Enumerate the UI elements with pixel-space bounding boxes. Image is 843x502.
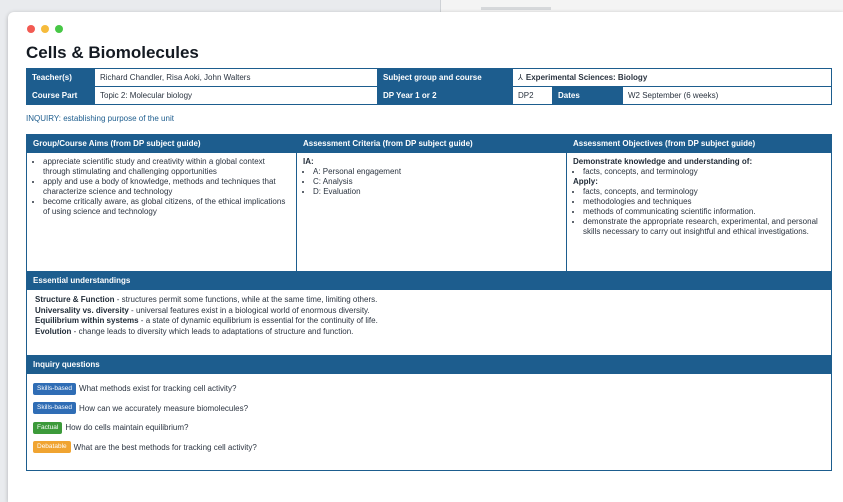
unit-plan-table: Group/Course Aims (from DP subject guide… [26, 134, 832, 471]
objective-item: demonstrate the appropriate research, ex… [583, 217, 825, 237]
document-window: Cells & Biomolecules Teacher(s) Richard … [8, 12, 843, 502]
inquiry-question: Debatable What are the best methods for t… [33, 441, 825, 461]
inquiry-question: Skills-based How can we accurately measur… [33, 402, 825, 422]
question-text: What methods exist for tracking cell act… [79, 384, 237, 393]
criterion-item: C: Analysis [313, 177, 560, 187]
objective-item: methodologies and techniques [583, 197, 825, 207]
essential-item: Universality vs. diversity - universal f… [35, 305, 370, 315]
question-text: How can we accurately measure biomolecul… [79, 403, 249, 413]
essential-header: Essential understandings [26, 271, 832, 290]
close-window-button[interactable] [27, 25, 35, 33]
criteria-header: Assessment Criteria (from DP subject gui… [296, 134, 567, 153]
dates-label: Dates [552, 86, 623, 105]
dates-value: W2 September (6 weeks) [622, 86, 832, 105]
inquiry-question: Factual How do cells maintain equilibrium… [33, 421, 825, 441]
criterion-item: D: Evaluation [313, 187, 560, 197]
course-part-label: Course Part [26, 86, 95, 105]
essential-item: Evolution - change leads to diversity wh… [35, 326, 354, 336]
course-part-value: Topic 2: Molecular biology [94, 86, 378, 105]
aim-item: become critically aware, as global citiz… [43, 197, 290, 217]
essential-cell: Structure & Function - structures permit… [26, 289, 832, 356]
objective-item: methods of communicating scientific info… [583, 207, 825, 217]
inquiry-questions-cell: Skills-based What methods exist for track… [26, 373, 832, 471]
dp-year-label: DP Year 1 or 2 [377, 86, 513, 105]
question-type-badge: Skills-based [33, 402, 77, 415]
aims-header: Group/Course Aims (from DP subject guide… [26, 134, 297, 153]
objectives-cell: Demonstrate knowledge and understanding … [566, 152, 832, 272]
question-type-badge: Debatable [33, 441, 71, 454]
essential-item: Structure & Function - structures permit… [35, 295, 378, 304]
essential-item: Equilibrium within systems - a state of … [35, 316, 378, 325]
aim-item: appreciate scientific study and creativi… [43, 157, 290, 177]
demonstrate-heading: Demonstrate knowledge and understanding … [573, 157, 753, 166]
teachers-value: Richard Chandler, Risa Aoki, John Walter… [94, 68, 378, 87]
inquiry-questions-header: Inquiry questions [26, 355, 832, 374]
criterion-item: A: Personal engagement [313, 167, 560, 177]
subject-value: ⅄ Experimental Sciences: Biology [512, 68, 832, 87]
unit-info-table: Teacher(s) Richard Chandler, Risa Aoki, … [26, 68, 832, 105]
subject-label: Subject group and course [377, 68, 513, 87]
question-text: How do cells maintain equilibrium? [65, 423, 189, 432]
minimize-window-button[interactable] [41, 25, 49, 33]
dp-year-value: DP2 [512, 86, 553, 105]
subject-icon: ⅄ [518, 73, 523, 82]
inquiry-question: Skills-based What methods exist for track… [33, 382, 825, 402]
page-title: Cells & Biomolecules [26, 43, 199, 62]
inquiry-heading: INQUIRY: establishing purpose of the uni… [26, 114, 174, 123]
criteria-cell: IA: A: Personal engagement C: Analysis D… [296, 152, 567, 272]
objective-item: facts, concepts, and terminology [583, 167, 825, 177]
unit-plan: Cells & Biomolecules Teacher(s) Richard … [26, 42, 836, 471]
question-text: What are the best methods for tracking c… [73, 442, 257, 452]
objective-item: facts, concepts, and terminology [583, 187, 825, 197]
teachers-label: Teacher(s) [26, 68, 95, 87]
title-bar [8, 12, 843, 40]
aims-cell: appreciate scientific study and creativi… [26, 152, 297, 272]
question-type-badge: Skills-based [33, 382, 77, 395]
criteria-heading: IA: [303, 157, 314, 166]
apply-heading: Apply: [573, 177, 598, 186]
zoom-window-button[interactable] [55, 25, 63, 33]
question-type-badge: Factual [33, 421, 63, 434]
aim-item: apply and use a body of knowledge, metho… [43, 177, 290, 197]
objectives-header: Assessment Objectives (from DP subject g… [566, 134, 832, 153]
